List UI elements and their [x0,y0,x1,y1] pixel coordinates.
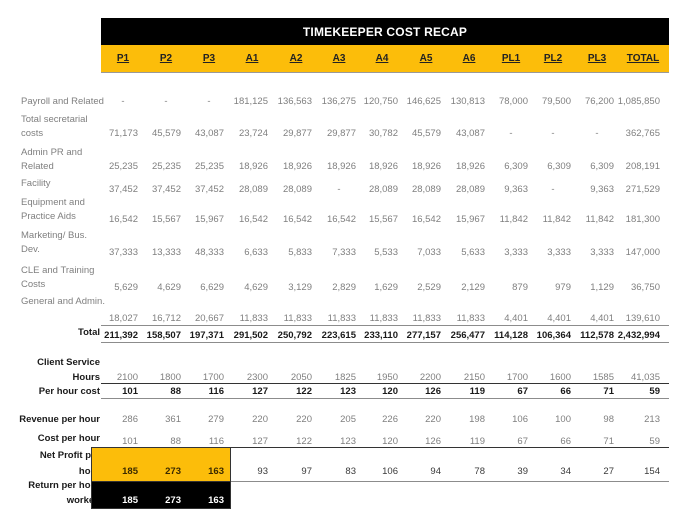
column-header-total: TOTAL [626,53,660,64]
cost-row: 16,542 15,567 15,967 16,542 16,542 16,542 15,5… [0,213,686,226]
column-header-p1: P1 [116,53,130,64]
column-header-pl3: PL3 [587,53,607,64]
cost-row: - - -181,125 136,563 136,275 120,750 146,625 13… [0,95,686,108]
cost-row: 25,235 25,235 25,235 18,926 18,926 18,926 18,9… [0,160,686,173]
cost-row-cell: 9,363 [504,184,528,195]
cost-row: 71,173 45,579 43,087 23,724 29,877 29,877 30,7… [0,127,686,140]
cost-row-cell: 181,300 [625,214,660,225]
column-header-pl1: PL1 [501,53,521,64]
cost-row: 37,333 13,333 48,333 6,633 5,833 7,333 5,533 7,… [0,246,686,259]
column-header-a4: A4 [375,53,389,64]
total-row: 211,392 158,507 197,371 291,502 250,792 223,6… [0,329,686,342]
column-header-a3: A3 [332,53,346,64]
total-divider [101,342,669,343]
report-title: TIMEKEEPER COST RECAP [101,18,669,45]
subtotal-divider [101,325,669,326]
cost-row: 5,629 4,629 6,629 4,629 3,129 2,829 1,629 2,529… [0,281,686,294]
cost-row-cell: 43,087 [455,128,485,139]
column-header-a1: A1 [245,53,259,64]
cost-row-cell: 208,191 [625,161,660,172]
net-profit-divider [229,481,669,482]
return-label-line1: Return per hour [28,480,100,491]
cost-row: 18,027 16,712 20,667 11,833 11,833 11,833 11,8… [0,312,686,325]
return-row-cell: 163 [208,495,224,506]
return-row: 185 273 163 [0,494,686,507]
column-header-p2: P2 [159,53,173,64]
net-profit-row-cell: 154 [644,466,660,477]
hours-divider [101,383,669,384]
row-label: General and Admin. [21,296,105,307]
column-header-a5: A5 [419,53,433,64]
per-hour-cost-row: 101 88 116 127 122 123 120 126 119 67 66 71 59 [0,385,686,398]
column-header-a6: A6 [462,53,476,64]
column-header-pl2: PL2 [543,53,563,64]
column-header-a2: A2 [289,53,303,64]
cost-row-cell: 36,750 [630,282,660,293]
revenue-row: 286 361 279 220 220 205 226 220 198 106 100 98 213 [0,413,686,426]
net-profit-label-line1: Net Profit per [39,450,100,461]
cost-row-cell: 147,000 [625,247,660,258]
column-header-row: P1 P2 P3 A1 A2 A3 A4 A5 A6 PL1 PL2 PL3 TOTAL [101,45,669,73]
total-row-cell: 2,432,994 [617,330,660,341]
revenue-row-cell: 213 [644,414,660,425]
cost-row-cell: 1,085,850 [617,96,660,107]
cost-row-cell: 271,529 [625,184,660,195]
per-hour-divider [101,398,669,399]
cost-row-cell: 28,089 [282,184,312,195]
cost-row: 37,452 37,452 37,452 28,089 28,089-28,089 28,… [0,183,686,196]
cost-row-cell: 139,610 [625,313,660,324]
cost-row-cell: 362,765 [625,128,660,139]
per-hour-cost-row-cell: 59 [649,386,660,397]
hours-label-line1: Client Service [37,357,100,368]
column-header-p3: P3 [202,53,216,64]
net-profit-row: 185 273 163 93 97 83 106 94 78 39 34 27 154 [0,465,686,478]
cost-per-hour-divider [229,447,669,448]
